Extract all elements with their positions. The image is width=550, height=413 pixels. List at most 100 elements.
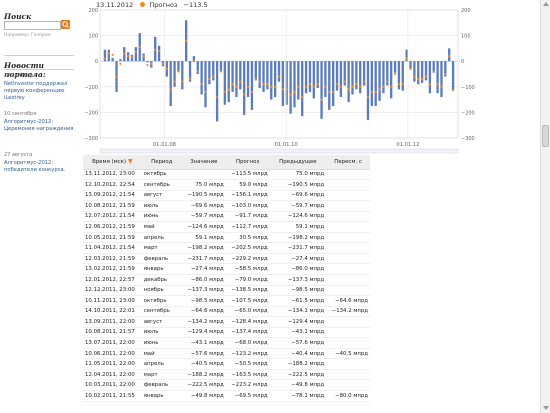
table-cell: 13.11.2012, 23:00 <box>83 169 142 181</box>
table-cell: 59.1 млрд <box>269 221 327 233</box>
table-cell: февраль <box>141 253 182 265</box>
y-tick-label-left: −300 <box>84 136 98 142</box>
table-cell: −134.1 млрд <box>269 306 327 318</box>
forecast-point <box>123 52 126 55</box>
forecast-point <box>146 63 149 67</box>
table-cell: 12.12.2011, 23:00 <box>83 285 142 297</box>
table-cell: 12.01.2012, 22:57 <box>83 274 142 286</box>
search-button[interactable] <box>61 20 70 29</box>
table-row: 12.07.2012, 21:54 июнь −59.7 млрд −91.7 млр… <box>83 211 370 223</box>
table-cell: май <box>141 221 182 233</box>
table-cell: 11.05.2011, 22:00 <box>83 358 142 370</box>
forecast-point <box>281 88 284 91</box>
forecast-point <box>289 93 292 96</box>
table-cell <box>326 263 370 275</box>
table-cell: 10.02.2011, 21:55 <box>83 390 142 402</box>
forecast-point <box>246 85 250 88</box>
table-cell: −103.0 млрд <box>225 200 270 212</box>
legend-label: Прогноз <box>149 1 178 9</box>
scrollbar-thumb[interactable] <box>542 125 549 147</box>
forecast-point <box>239 80 242 83</box>
chart-bar <box>169 61 172 106</box>
forecast-point <box>436 83 439 86</box>
table-cell <box>326 211 370 223</box>
news-link[interactable]: Алгоритмус-2012: Церемония награждения. <box>4 119 76 133</box>
forecast-point <box>181 80 184 83</box>
forecast-point <box>366 95 370 99</box>
data-table: Время (мск) ▼ Период Значение Прогноз Пре… <box>83 155 370 402</box>
chart-bar <box>378 61 381 101</box>
forecast-point <box>169 88 172 91</box>
chart-bar <box>370 61 373 106</box>
table-cell: 75.0 млрд <box>181 179 226 191</box>
table-cell: декабрь <box>141 274 182 286</box>
chart-bar <box>440 61 443 98</box>
chart-bar <box>107 49 110 62</box>
legend-date: 13.11.2012 <box>96 1 134 9</box>
table-row: 12.03.2012, 21:59 февраль −231.7 млрд −229.… <box>83 253 370 265</box>
forecast-point <box>362 80 366 83</box>
forecast-point <box>312 85 315 88</box>
forecast-point <box>154 48 157 51</box>
table-cell: −69.6 млрд <box>269 190 327 202</box>
news-link[interactable]: Алгоритмус-2012: победители конкурса. <box>4 160 76 174</box>
table-cell <box>326 379 370 391</box>
search-input[interactable] <box>4 21 61 30</box>
forecast-point <box>335 83 339 86</box>
table-cell: −40.4 млрд <box>269 348 327 360</box>
table-cell: −198.2 млрд <box>181 242 226 254</box>
col-header-revised[interactable]: Пересм. с <box>326 155 370 170</box>
chart-bar <box>324 61 327 98</box>
table-cell: −64.6 млрд <box>326 295 370 307</box>
forecast-point <box>332 90 335 94</box>
chart-bar <box>223 61 227 105</box>
table-cell: −113.5 млрд <box>225 169 270 181</box>
x-tick-label: 01.01.12 <box>396 142 419 148</box>
chart-bar <box>293 61 296 108</box>
table-cell: −137.4 млрд <box>225 327 270 339</box>
news-link[interactable]: NetInvestor поддержал первую конференцию… <box>4 81 76 102</box>
table-cell: январь <box>141 263 182 275</box>
chart-bar <box>119 59 122 62</box>
scroll-up-arrow-icon[interactable] <box>543 2 549 6</box>
col-header-period[interactable]: Период <box>141 155 182 170</box>
page-scrollbar[interactable] <box>540 0 550 413</box>
forecast-point <box>173 80 176 83</box>
col-header-time[interactable]: Время (мск) ▼ <box>83 155 142 170</box>
table-cell: 59.0 млрд <box>225 179 270 191</box>
forecast-point <box>359 85 362 88</box>
table-cell: −57.6 млрд <box>181 348 226 360</box>
chart-bar <box>235 61 238 98</box>
table-cell: февраль <box>141 379 182 391</box>
forecast-point <box>231 83 234 86</box>
search-hint: Например: Газпром <box>4 33 51 38</box>
table-cell: −222.5 млрд <box>181 379 226 391</box>
sidebar: Поиск котировок: Например: Газпром Новос… <box>0 0 78 413</box>
forecast-point <box>428 83 431 86</box>
col-header-forecast[interactable]: Прогноз <box>225 155 270 170</box>
col-header-value[interactable]: Значение <box>181 155 226 170</box>
forecast-point <box>343 80 346 83</box>
table-cell: −202.5 млрд <box>225 242 270 254</box>
table-cell: 30.5 млрд <box>225 232 270 244</box>
forecast-point <box>448 54 451 58</box>
forecast-point <box>258 80 261 83</box>
chart-bar <box>312 61 315 99</box>
col-header-previous[interactable]: Предыдущее <box>269 155 327 170</box>
forecast-point <box>401 83 404 86</box>
table-cell: −79.0 млрд <box>225 274 270 286</box>
legend-value: −113.5 <box>183 1 208 9</box>
x-tick-label: 01.01.10 <box>275 142 298 148</box>
table-cell: −91.7 млрд <box>225 211 270 223</box>
table-cell: март <box>141 242 182 254</box>
table-row: 12.01.2012, 22:57 декабрь −86.0 млрд −79.0 … <box>83 274 370 286</box>
chart-bar <box>270 61 273 100</box>
forecast-point <box>196 70 199 73</box>
forecast-point <box>130 56 134 59</box>
table-row: 13.07.2011, 22:00 июнь −43.1 млрд −68.0 млр… <box>83 337 370 349</box>
scroll-down-arrow-icon[interactable] <box>543 406 549 410</box>
table-cell: −40.5 млрд <box>181 358 226 370</box>
y-tick-label-left: 100 <box>88 34 98 40</box>
table-row: 14.10.2011, 22:01 сентябрь −64.6 млрд −65.0… <box>83 306 370 318</box>
table-cell <box>326 169 370 181</box>
